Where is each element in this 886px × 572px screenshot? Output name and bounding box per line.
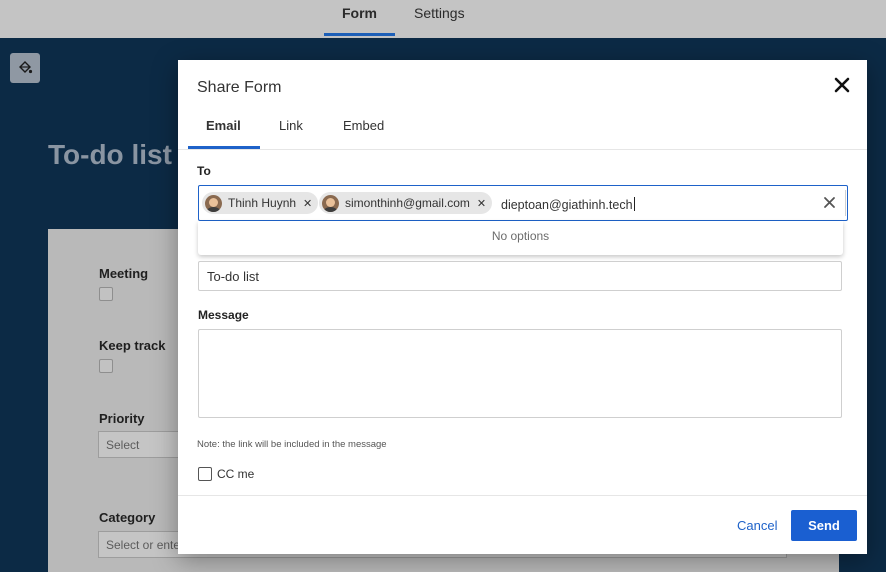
link-note: Note: the link will be included in the m… <box>197 439 387 450</box>
recipient-chip-label: Thinh Huynh <box>228 196 297 210</box>
field-label-category: Category <box>99 510 156 525</box>
recipient-typed-text[interactable]: dieptoan@giathinh.tech <box>501 197 635 212</box>
recipient-chip-label: simonthinh@gmail.com <box>345 196 470 210</box>
close-icon[interactable] <box>832 75 852 95</box>
field-label-priority: Priority <box>99 411 145 426</box>
share-form-dialog: Share Form Email Link Embed To Thinh Huy… <box>178 60 867 554</box>
field-label-meeting: Meeting <box>99 266 149 281</box>
meeting-checkbox[interactable] <box>99 287 113 301</box>
priority-select[interactable]: Select <box>98 431 188 458</box>
message-textarea[interactable] <box>198 329 842 418</box>
active-tab-indicator <box>324 33 395 36</box>
paint-bucket-icon <box>19 61 33 74</box>
avatar <box>322 194 339 212</box>
remove-chip-icon[interactable]: ✕ <box>303 197 312 210</box>
footer-divider <box>178 495 867 496</box>
field-label-keep-track: Keep track <box>99 338 166 353</box>
recipients-dropdown: No options <box>198 221 843 255</box>
top-navigation-bar: Form Settings <box>0 0 886 38</box>
remove-chip-icon[interactable]: ✕ <box>477 197 486 210</box>
cc-me-checkbox[interactable] <box>198 467 212 481</box>
divider <box>845 190 846 216</box>
share-tabs: Email Link Embed <box>178 110 867 150</box>
tab-embed[interactable]: Embed <box>343 118 384 133</box>
tab-settings[interactable]: Settings <box>414 5 465 21</box>
message-label: Message <box>198 308 249 322</box>
to-label: To <box>197 164 211 178</box>
tab-email[interactable]: Email <box>206 118 241 133</box>
text-cursor <box>633 197 635 211</box>
avatar <box>205 194 222 212</box>
cc-me-label: CC me <box>217 467 255 481</box>
active-tab-indicator <box>188 146 260 149</box>
cancel-button[interactable]: Cancel <box>737 518 777 533</box>
dialog-title: Share Form <box>197 79 282 96</box>
keep-track-checkbox[interactable] <box>99 359 113 373</box>
cc-me-option[interactable]: CC me <box>198 467 254 481</box>
subject-input[interactable]: To-do list <box>198 261 842 291</box>
tab-link[interactable]: Link <box>279 118 303 133</box>
tab-form[interactable]: Form <box>324 5 395 21</box>
theme-button[interactable] <box>10 53 40 83</box>
recipient-chip: simonthinh@gmail.com ✕ <box>319 192 493 214</box>
send-button[interactable]: Send <box>791 510 857 541</box>
recipients-input[interactable]: Thinh Huynh ✕ simonthinh@gmail.com ✕ die… <box>198 185 848 221</box>
clear-icon[interactable] <box>822 195 837 210</box>
recipient-chip: Thinh Huynh ✕ <box>202 192 319 214</box>
page-title: To-do list <box>48 139 172 170</box>
